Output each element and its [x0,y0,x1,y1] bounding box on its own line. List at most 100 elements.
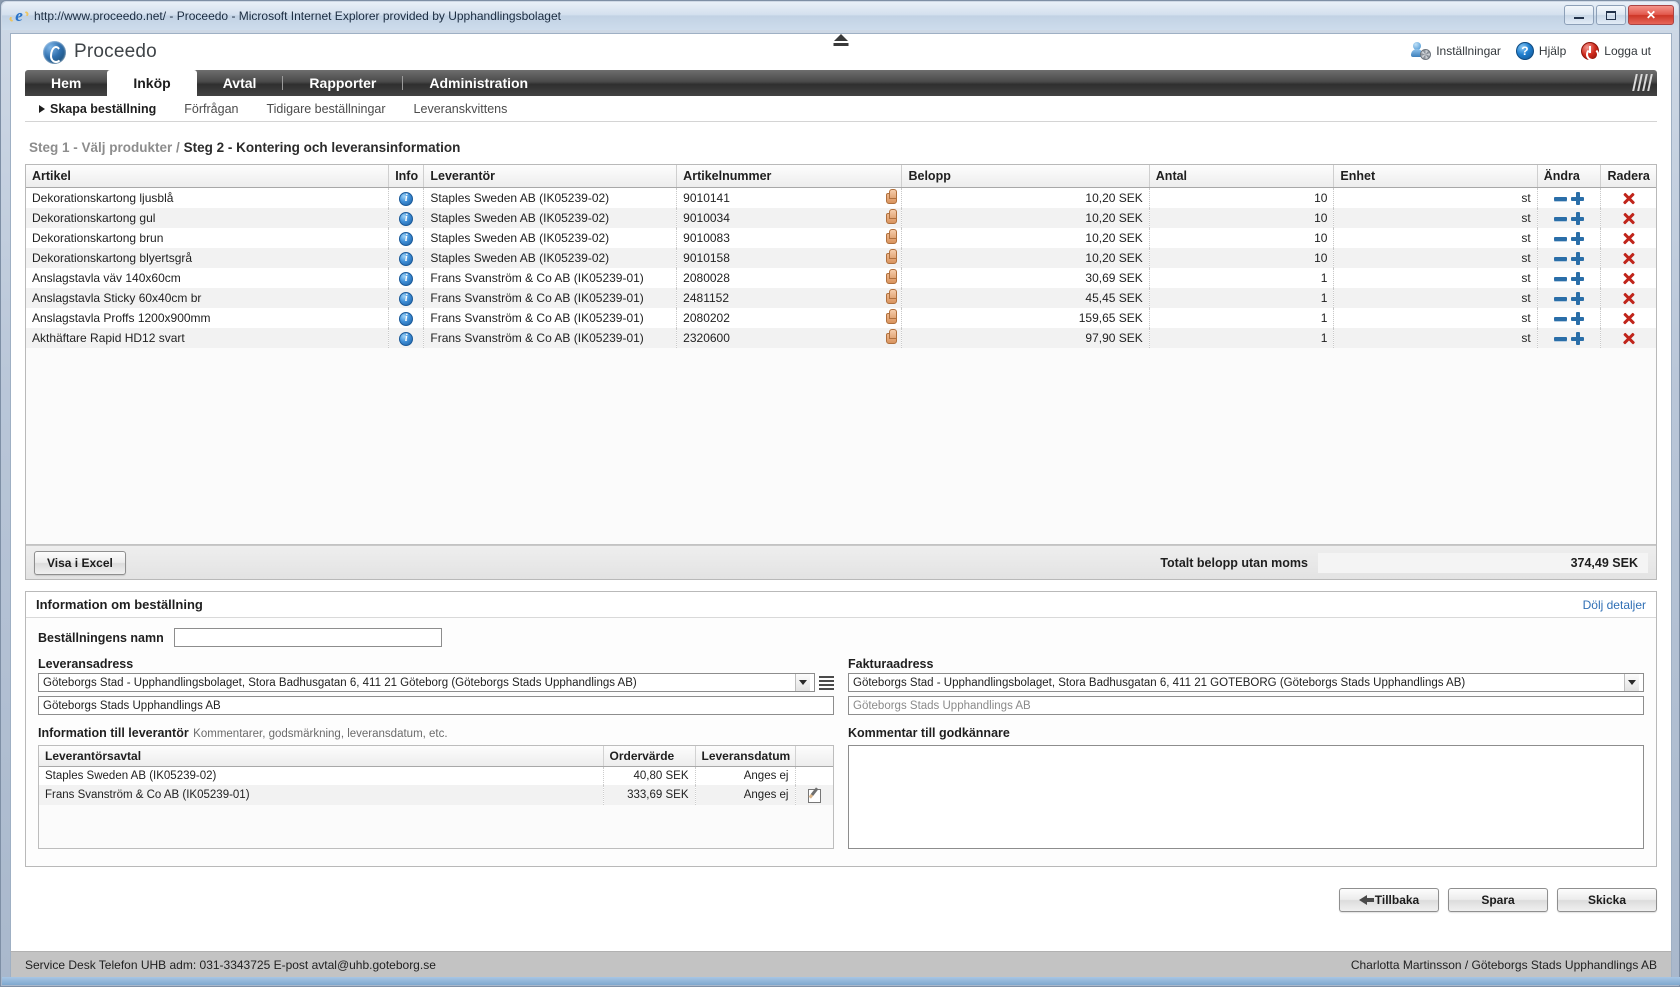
delete-icon[interactable] [1622,212,1635,225]
minus-icon[interactable] [1554,332,1568,345]
delete-icon[interactable] [1622,252,1635,265]
subnav-leveranskvittens[interactable]: Leveranskvittens [400,102,522,116]
thumb-up-icon[interactable] [884,289,898,304]
collapse-toolbar-icon[interactable] [834,34,848,41]
order-info-panel: Information om beställning Dölj detaljer… [25,591,1657,867]
col-radera[interactable]: Radera [1600,165,1656,188]
plus-icon[interactable] [1570,332,1584,346]
table-row[interactable]: Dekorationskartong gul i Staples Sweden AB… [26,208,1656,228]
thumb-up-icon[interactable] [884,189,898,204]
info-icon[interactable]: i [399,332,414,346]
minus-icon[interactable] [1554,192,1568,205]
collapse-toolbar-bar[interactable] [833,43,849,46]
thumb-up-icon[interactable] [884,229,898,244]
info-icon[interactable]: i [399,272,414,286]
delete-icon[interactable] [1622,332,1635,345]
close-button[interactable]: ✕ [1628,5,1674,25]
cell-leverantor: Frans Svanström & Co AB (IK05239-01) [423,328,678,348]
plus-icon[interactable] [1570,312,1584,326]
save-button[interactable]: Spara [1448,888,1548,912]
info-icon[interactable]: i [399,212,414,226]
plus-icon[interactable] [1570,292,1584,306]
thumb-up-icon[interactable] [884,249,898,264]
maximize-button[interactable] [1596,5,1626,25]
tab-rapporter[interactable]: Rapporter [283,70,402,96]
thumb-up-icon[interactable] [884,329,898,344]
info-icon[interactable]: i [399,192,414,206]
cell-antal: 10 [1149,248,1335,268]
minus-icon[interactable] [1554,252,1568,265]
invoice-address-select[interactable]: Göteborgs Stad - Upphandlingsbolaget, St… [848,673,1644,692]
col-belopp[interactable]: Belopp [901,165,1150,188]
delivery-address-select[interactable]: Göteborgs Stad - Upphandlingsbolaget, St… [38,673,815,692]
info-icon[interactable]: i [399,232,414,246]
delete-icon[interactable] [1622,232,1635,245]
minus-icon[interactable] [1554,292,1568,305]
internet-explorer-icon: e [8,7,30,25]
plus-icon[interactable] [1570,252,1584,266]
approver-comment-textarea[interactable] [848,745,1644,849]
delete-icon[interactable] [1622,192,1635,205]
tab-hem[interactable]: Hem [25,70,107,96]
delete-icon[interactable] [1622,292,1635,305]
table-row[interactable]: Anslagstavla väv 140x60cm i Frans Svanströ… [26,268,1656,288]
table-row[interactable]: Akthäftare Rapid HD12 svart i Frans Svanst… [26,328,1656,348]
address-list-icon[interactable] [819,674,834,692]
help-link[interactable]: ? Hjälp [1515,42,1566,60]
thumb-up-icon[interactable] [884,309,898,324]
chevron-down-icon-invoice[interactable] [1624,674,1639,691]
plus-icon[interactable] [1570,232,1584,246]
info-icon[interactable]: i [399,312,414,326]
col-leverantor[interactable]: Leverantör [423,165,678,188]
delete-icon[interactable] [1622,312,1635,325]
settings-link[interactable]: Inställningar [1411,42,1501,60]
thumb-up-icon[interactable] [884,269,898,284]
list-item[interactable]: Staples Sweden AB (IK05239-02) 40,80 SEK A… [39,766,833,785]
send-button[interactable]: Skicka [1557,888,1657,912]
col-enhet[interactable]: Enhet [1333,165,1538,188]
col-andra[interactable]: Ändra [1537,165,1602,188]
view-in-excel-button[interactable]: Visa i Excel [34,550,126,575]
supplier-agreement-table: Leverantörsavtal Ordervärde Leveransdatu… [39,746,833,805]
invoice-address-line2: Göteborgs Stads Upphandlings AB [848,696,1644,715]
cell-antal: 1 [1149,288,1335,308]
subnav-forfragan[interactable]: Förfrågan [170,102,252,116]
hide-details-link[interactable]: Dölj detaljer [1583,598,1646,612]
info-icon[interactable]: i [399,252,414,266]
tab-administration[interactable]: Administration [403,70,554,96]
minus-icon[interactable] [1554,312,1568,325]
breadcrumb-step1[interactable]: Steg 1 - Välj produkter [29,140,172,155]
tab-avtal[interactable]: Avtal [197,70,283,96]
list-item[interactable]: Frans Svanström & Co AB (IK05239-01) 333,… [39,785,833,805]
tab-inkop[interactable]: Inköp [107,70,197,96]
table-row[interactable]: Dekorationskartong brun i Staples Sweden A… [26,228,1656,248]
table-row[interactable]: Dekorationskartong blyertsgrå i Staples Sw… [26,248,1656,268]
subnav-tidigare-bestallningar[interactable]: Tidigare beställningar [252,102,399,116]
cell-edit [795,785,833,805]
plus-icon[interactable] [1570,192,1584,206]
col-antal[interactable]: Antal [1149,165,1335,188]
col-artikelnummer[interactable]: Artikelnummer [676,165,903,188]
col-artikel[interactable]: Artikel [26,165,390,188]
order-name-input[interactable] [173,628,442,647]
table-row[interactable]: Anslagstavla Sticky 60x40cm br i Frans Sva… [26,288,1656,308]
thumb-up-icon[interactable] [884,209,898,224]
minus-icon[interactable] [1554,232,1568,245]
col-info[interactable]: Info [388,165,425,188]
cell-radera [1601,308,1656,328]
logout-link[interactable]: Logga ut [1581,42,1651,61]
subnav-skapa-bestallning[interactable]: Skapa beställning [25,102,170,116]
table-row[interactable]: Anslagstavla Proffs 1200x900mm i Frans Sva… [26,308,1656,328]
info-icon[interactable]: i [399,292,414,306]
back-button[interactable]: Tillbaka [1339,888,1439,912]
minus-icon[interactable] [1554,272,1568,285]
edit-pencil-icon[interactable] [807,788,822,803]
delete-icon[interactable] [1622,272,1635,285]
plus-icon[interactable] [1570,212,1584,226]
delivery-address-line2[interactable]: Göteborgs Stads Upphandlings AB [38,696,834,715]
minimize-button[interactable] [1564,5,1594,25]
plus-icon[interactable] [1570,272,1584,286]
table-row[interactable]: Dekorationskartong ljusblå i Staples Swede… [26,187,1656,208]
chevron-down-icon[interactable] [795,674,810,691]
minus-icon[interactable] [1554,212,1568,225]
